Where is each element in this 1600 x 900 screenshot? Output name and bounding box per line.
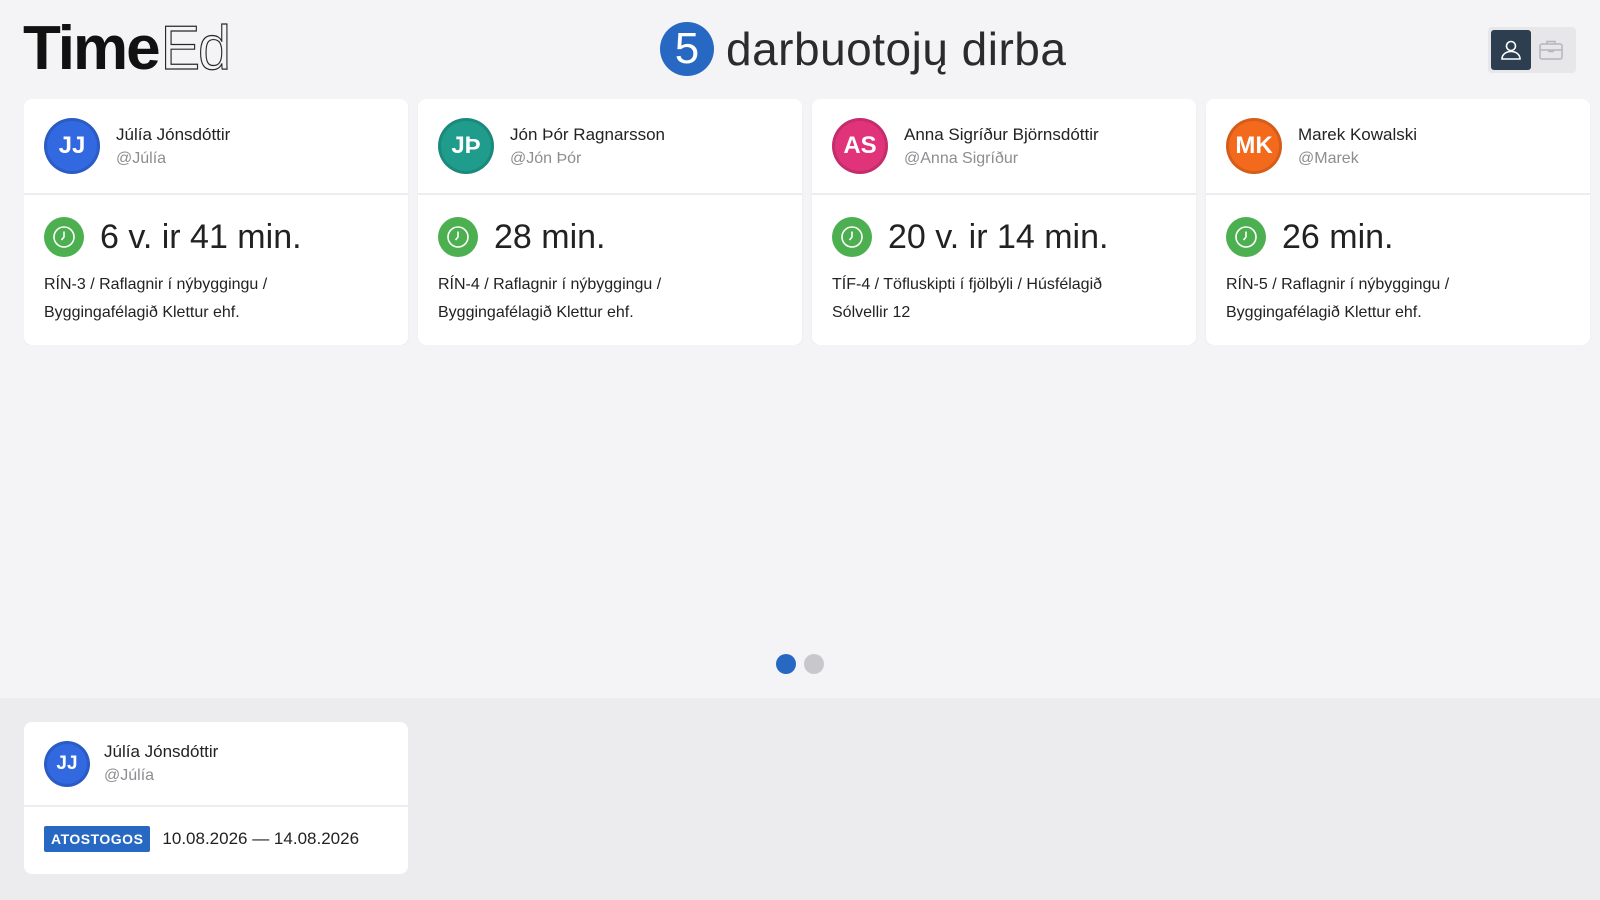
avatar: MK bbox=[1226, 118, 1282, 174]
working-count-badge: 5 bbox=[660, 22, 714, 76]
leave-card-body: ATOSTOGOS 10.08.2026 — 14.08.2026 bbox=[24, 807, 408, 852]
timeed-logo: TimeEd bbox=[23, 14, 231, 83]
leave-dates: 10.08.2026 — 14.08.2026 bbox=[162, 829, 360, 848]
clock-icon bbox=[438, 217, 478, 257]
clock-icon bbox=[1226, 217, 1266, 257]
employee-handle: @Júlía bbox=[104, 767, 155, 784]
employee-name: Jón Þór Ragnarsson bbox=[510, 124, 665, 144]
page-dot-1[interactable] bbox=[776, 654, 796, 674]
avatar: AS bbox=[832, 118, 888, 174]
employee-card[interactable]: MK Marek Kowalski @Marek 26 min. RÍN-5 /… bbox=[1206, 99, 1590, 345]
employee-name: Júlía Jónsdóttir bbox=[116, 124, 231, 144]
project-view-button[interactable] bbox=[1531, 30, 1571, 70]
work-duration: 28 min. bbox=[494, 217, 606, 256]
employee-handle: @Anna Sigríður bbox=[904, 149, 1019, 167]
employee-card-header: MK Marek Kowalski @Marek bbox=[1206, 99, 1590, 195]
avatar: JÞ bbox=[438, 118, 494, 174]
person-icon bbox=[1501, 40, 1521, 60]
page-dot-2[interactable] bbox=[804, 654, 824, 674]
employee-card-header: JJ Júlía Jónsdóttir @Júlía bbox=[24, 99, 408, 195]
employee-card-header: JÞ Jón Þór Ragnarsson @Jón Þór bbox=[418, 99, 802, 195]
logo-thin-text: Ed bbox=[160, 14, 231, 83]
pagination-dots bbox=[776, 654, 824, 674]
leave-card[interactable]: JJ Júlía Jónsdóttir @Júlía ATOSTOGOS 10.… bbox=[24, 722, 408, 874]
task-line-1: RÍN-5 / Raflagnir í nýbyggingu / bbox=[1226, 276, 1450, 293]
work-duration: 26 min. bbox=[1282, 217, 1394, 256]
working-employees-list: JJ Júlía Jónsdóttir @Júlía 6 v. ir 41 mi… bbox=[24, 99, 1600, 345]
task-line-2: Byggingafélagið Klettur ehf. bbox=[44, 304, 240, 321]
employee-name: Anna Sigríður Björnsdóttir bbox=[904, 124, 1099, 144]
employee-card[interactable]: JÞ Jón Þór Ragnarsson @Jón Þór 28 min. R… bbox=[418, 99, 802, 345]
employee-card-body: 28 min. RÍN-4 / Raflagnir í nýbyggingu /… bbox=[418, 195, 802, 327]
clock-icon bbox=[832, 217, 872, 257]
task-line-2: Sólvellir 12 bbox=[832, 304, 911, 321]
working-summary: 5 darbuotojų dirba bbox=[660, 22, 1066, 76]
employee-handle: @Marek bbox=[1298, 149, 1359, 167]
employee-name: Júlía Jónsdóttir bbox=[104, 742, 219, 761]
work-duration: 6 v. ir 41 min. bbox=[100, 217, 302, 256]
employee-card-header: AS Anna Sigríður Björnsdóttir @Anna Sigr… bbox=[812, 99, 1196, 195]
task-line-2: Byggingafélagið Klettur ehf. bbox=[438, 304, 634, 321]
working-label: darbuotojų dirba bbox=[726, 23, 1067, 75]
task-description: RÍN-4 / Raflagnir í nýbyggingu / Bygging… bbox=[438, 271, 782, 327]
leave-card-header: JJ Júlía Jónsdóttir @Júlía bbox=[24, 722, 408, 807]
task-description: RÍN-3 / Raflagnir í nýbyggingu / Bygging… bbox=[44, 271, 388, 327]
leave-type-badge: ATOSTOGOS bbox=[44, 826, 151, 852]
logo-bold-text: Time bbox=[23, 14, 161, 83]
task-line-2: Byggingafélagið Klettur ehf. bbox=[1226, 304, 1422, 321]
employee-card-body: 6 v. ir 41 min. RÍN-3 / Raflagnir í nýby… bbox=[24, 195, 408, 327]
task-description: RÍN-5 / Raflagnir í nýbyggingu / Bygging… bbox=[1226, 271, 1570, 327]
header: TimeEd 5 darbuotojų dirba bbox=[0, 0, 1600, 98]
employee-card-body: 20 v. ir 14 min. TÍF-4 / Töfluskipti í f… bbox=[812, 195, 1196, 327]
task-line-1: TÍF-4 / Töfluskipti í fjölbýli / Húsféla… bbox=[832, 276, 1103, 293]
task-line-1: RÍN-3 / Raflagnir í nýbyggingu / bbox=[44, 276, 268, 293]
avatar: JJ bbox=[44, 740, 90, 787]
work-duration: 20 v. ir 14 min. bbox=[888, 217, 1109, 256]
employee-card[interactable]: AS Anna Sigríður Björnsdóttir @Anna Sigr… bbox=[812, 99, 1196, 345]
employee-card[interactable]: JJ Júlía Jónsdóttir @Júlía 6 v. ir 41 mi… bbox=[24, 99, 408, 345]
person-view-button[interactable] bbox=[1491, 30, 1531, 70]
clock-icon bbox=[44, 217, 84, 257]
employee-handle: @Júlía bbox=[116, 149, 167, 167]
employee-handle: @Jón Þór bbox=[510, 149, 582, 167]
task-description: TÍF-4 / Töfluskipti í fjölbýli / Húsféla… bbox=[832, 271, 1176, 327]
avatar: JJ bbox=[44, 118, 100, 174]
employee-card-body: 26 min. RÍN-5 / Raflagnir í nýbyggingu /… bbox=[1206, 195, 1590, 327]
absence-section: JJ Júlía Jónsdóttir @Júlía ATOSTOGOS 10.… bbox=[0, 698, 1600, 900]
employee-name: Marek Kowalski bbox=[1298, 124, 1418, 144]
task-line-1: RÍN-4 / Raflagnir í nýbyggingu / bbox=[438, 276, 662, 293]
view-toggle bbox=[1488, 27, 1576, 73]
briefcase-icon bbox=[1539, 40, 1563, 60]
